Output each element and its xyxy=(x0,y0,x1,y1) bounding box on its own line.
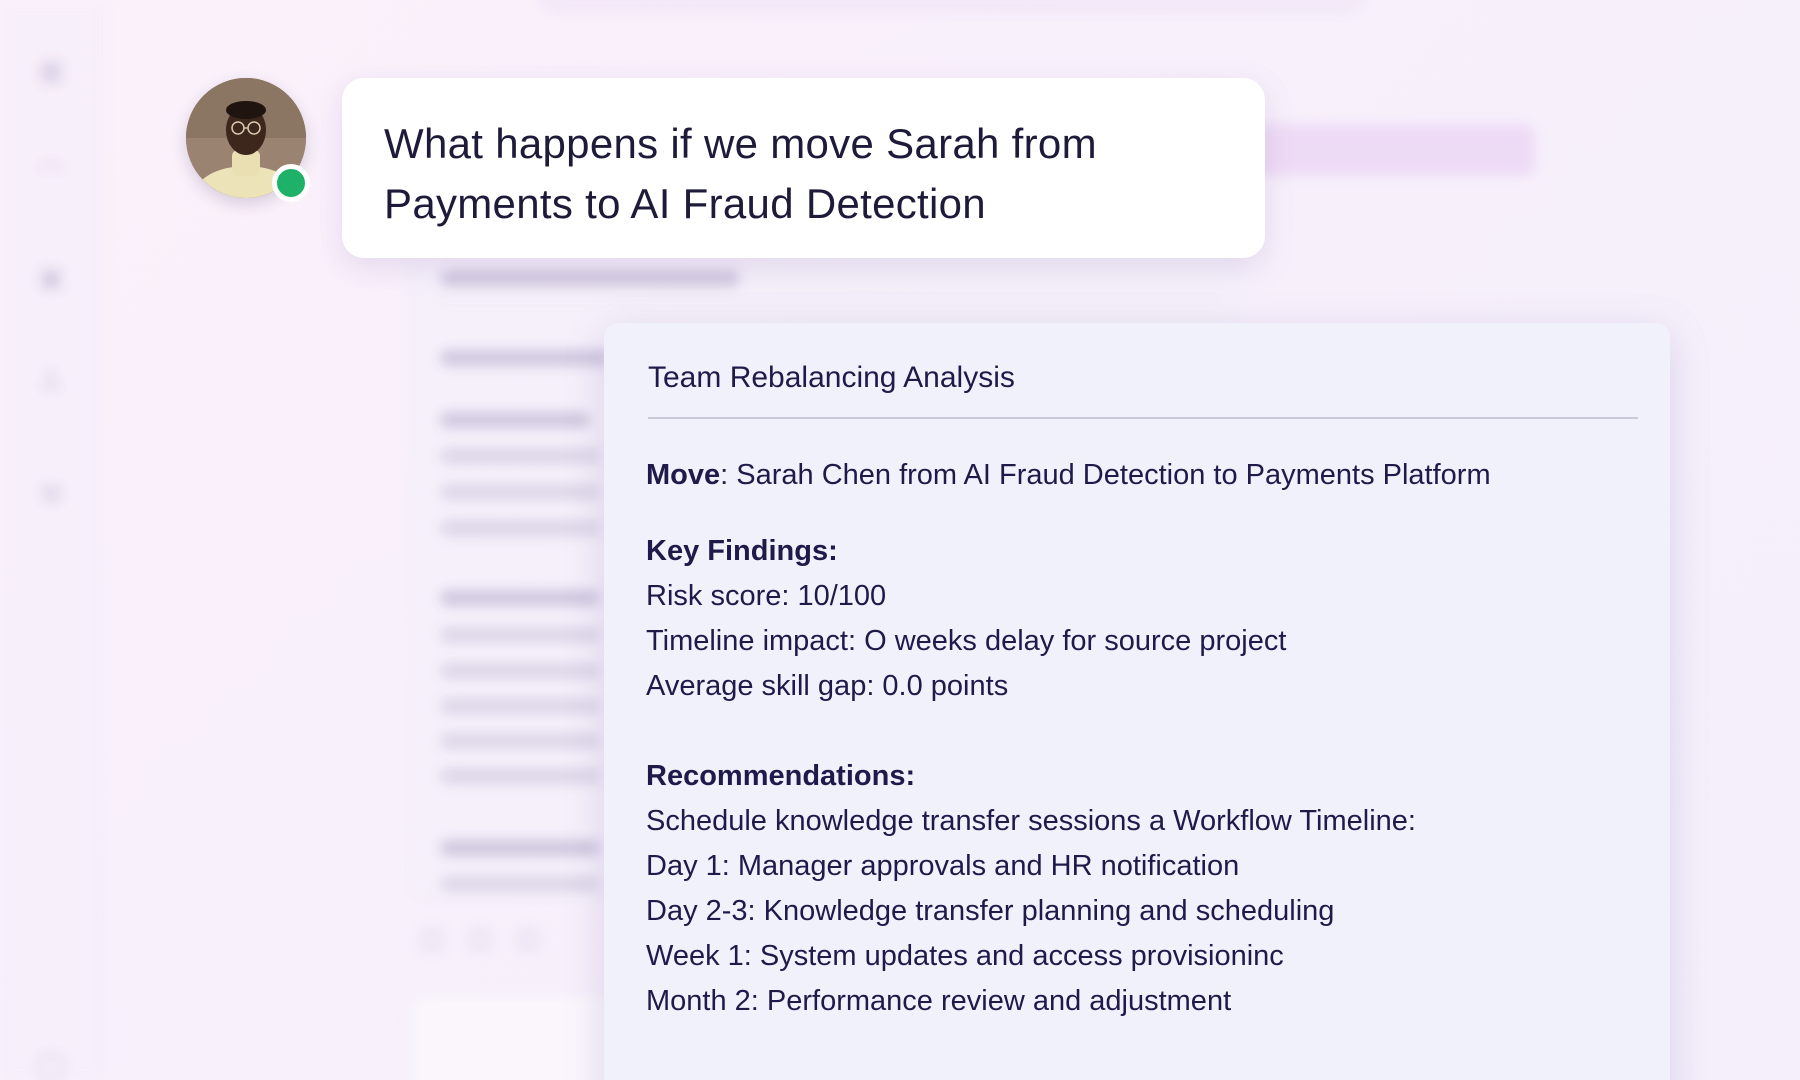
share-icon[interactable] xyxy=(518,930,538,950)
user-plus-icon[interactable]: ♙ xyxy=(36,365,66,395)
user-message-text: What happens if we move Sarah from Payme… xyxy=(384,120,1097,227)
user-message-bubble: What happens if we move Sarah from Payme… xyxy=(342,78,1265,258)
like-icon[interactable] xyxy=(470,930,490,950)
bg-text-line xyxy=(440,627,600,643)
recommendations-section: Recommendations: Schedule knowledge tran… xyxy=(646,754,1628,1024)
finding-item: Average skill gap: 0.0 points xyxy=(646,670,1009,702)
recommendation-item: Day 1: Manager approvals and HR notifica… xyxy=(646,850,1240,882)
help-icon[interactable]: ◯ xyxy=(36,1050,66,1080)
bg-text-line xyxy=(440,350,610,366)
bg-text-line xyxy=(440,840,600,856)
finding-item: Timeline impact: O weeks delay for sourc… xyxy=(646,625,1287,657)
top-bar-pill xyxy=(540,0,1360,6)
bg-text-line xyxy=(440,733,600,749)
recommendation-item: Day 2-3: Knowledge transfer planning and… xyxy=(646,895,1335,927)
sidebar: ▦ ⌒ ▣ ♙ ⚒ ◯ xyxy=(0,0,105,1080)
analysis-response-card: Team Rebalancing Analysis Move: Sarah Ch… xyxy=(604,323,1670,1080)
previous-user-message-chip xyxy=(1255,124,1535,176)
copy-icon[interactable] xyxy=(422,930,442,950)
move-label: Move xyxy=(646,459,721,491)
bg-text-line xyxy=(440,520,600,536)
team-icon[interactable]: ⌒ xyxy=(36,160,66,192)
grid-icon[interactable]: ▦ xyxy=(36,55,66,85)
bg-divider xyxy=(440,298,1220,300)
recommendation-item: Week 1: System updates and access provis… xyxy=(646,940,1284,972)
bg-text-line xyxy=(440,590,600,606)
recommendation-item: Schedule knowledge transfer sessions a W… xyxy=(646,805,1416,837)
key-findings-section: Key Findings: Risk score: 10/100 Timelin… xyxy=(646,529,1628,709)
wrench-icon[interactable]: ⚒ xyxy=(36,480,66,510)
recommendations-heading: Recommendations: xyxy=(646,760,916,792)
bg-text-line xyxy=(440,484,600,500)
bg-text-line xyxy=(440,448,600,464)
analysis-title: Team Rebalancing Analysis xyxy=(648,361,1638,419)
bg-text-line xyxy=(440,270,740,286)
briefcase-icon[interactable]: ▣ xyxy=(36,262,66,292)
move-summary: Move: Sarah Chen from AI Fraud Detection… xyxy=(646,455,1628,495)
bg-text-line xyxy=(440,663,600,679)
recommendation-item: Month 2: Performance review and adjustme… xyxy=(646,985,1232,1017)
online-status-dot xyxy=(272,164,310,202)
bg-text-line xyxy=(440,768,600,784)
finding-item: Risk score: 10/100 xyxy=(646,580,887,612)
bg-text-line xyxy=(440,412,590,428)
bg-text-line xyxy=(440,876,600,892)
move-value: : Sarah Chen from AI Fraud Detection to … xyxy=(720,459,1491,491)
key-findings-heading: Key Findings: xyxy=(646,535,838,567)
bg-text-line xyxy=(440,698,600,714)
